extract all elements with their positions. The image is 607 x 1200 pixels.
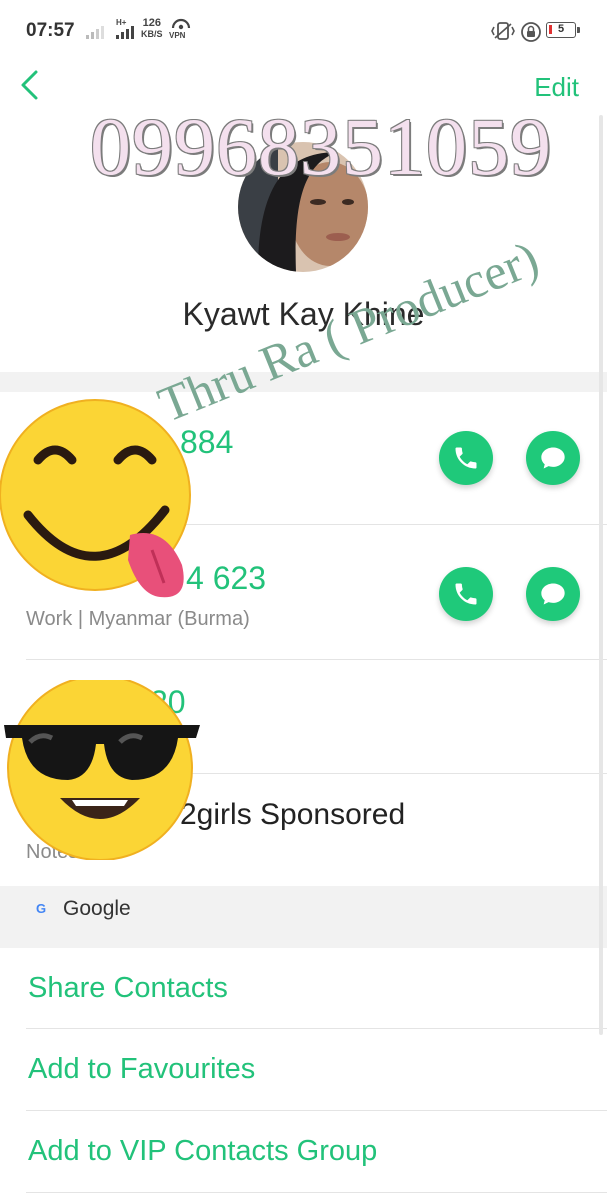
sunglasses-emoji-sticker: [4, 680, 200, 860]
lock-rotation-icon: [521, 22, 541, 42]
add-to-favourites-button[interactable]: Add to Favourites: [28, 1053, 255, 1086]
google-icon: G: [36, 901, 46, 916]
clock: 07:57: [26, 20, 75, 41]
battery-icon: 5: [546, 22, 580, 38]
watermark-phone: 09968351059: [90, 101, 552, 192]
message-icon: [541, 583, 565, 605]
call-button-2[interactable]: [439, 567, 493, 621]
message-button-1[interactable]: [526, 431, 580, 485]
phone-icon: [455, 447, 477, 469]
message-icon: [541, 447, 565, 469]
chevron-left-icon[interactable]: [16, 68, 46, 102]
signal-icon: [86, 26, 134, 39]
divider: [26, 1192, 607, 1193]
tongue-emoji-sticker: [0, 399, 191, 598]
account-label: Google: [63, 897, 131, 920]
add-to-vip-button[interactable]: Add to VIP Contacts Group: [28, 1135, 377, 1168]
note-value: 2girls Sponsored: [180, 798, 406, 831]
net-speed: 126 KB/S: [141, 18, 163, 40]
status-bar: 07:57 H+ 126 KB/S VPN 5: [0, 0, 607, 64]
speed-unit: KB/S: [141, 29, 163, 39]
message-button-2[interactable]: [526, 567, 580, 621]
phone-icon: [455, 583, 477, 605]
network-type: H+: [116, 18, 127, 27]
speed-value: 126: [142, 17, 161, 29]
divider: [26, 659, 607, 660]
vibrate-icon: [491, 22, 515, 40]
vpn-label: VPN: [169, 31, 186, 40]
battery-level: 5: [557, 23, 565, 35]
svg-text:G: G: [36, 901, 46, 916]
share-contacts-button[interactable]: Share Contacts: [28, 972, 228, 1005]
vpn-icon: [171, 18, 191, 30]
divider: [26, 1110, 607, 1111]
edit-button[interactable]: Edit: [534, 72, 579, 103]
scrollbar[interactable]: [599, 115, 603, 1035]
divider: [26, 1028, 607, 1029]
call-button-1[interactable]: [439, 431, 493, 485]
